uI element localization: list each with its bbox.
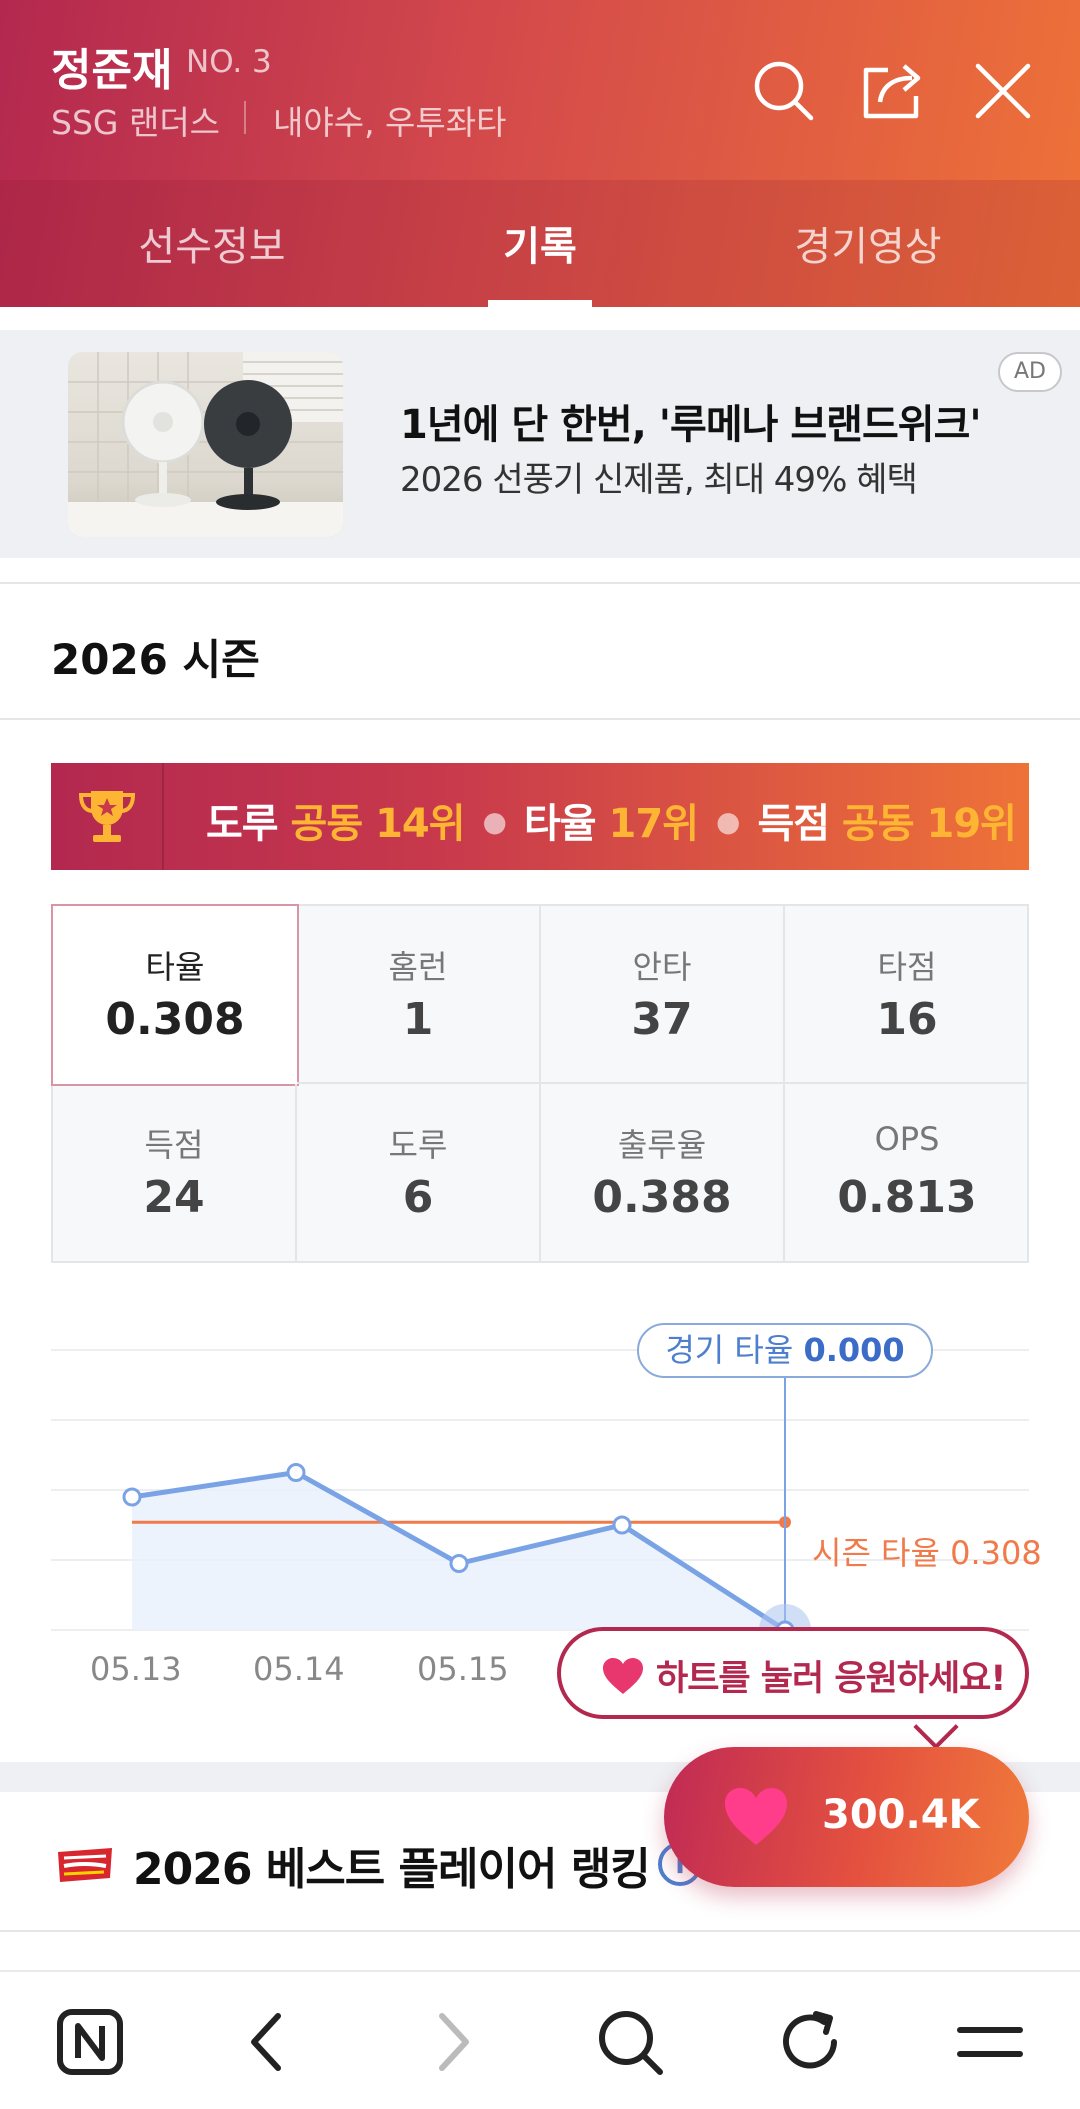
- stat-cell-avg[interactable]: 타율 0.308: [51, 904, 299, 1086]
- stat-cell-hr[interactable]: 홈런 1: [297, 906, 541, 1084]
- ranking-title: 2026 베스트 플레이어 랭킹: [133, 1844, 651, 1895]
- stat-cell-sb[interactable]: 도루 6: [297, 1084, 541, 1262]
- back-icon[interactable]: [228, 2002, 308, 2082]
- close-icon[interactable]: [968, 56, 1038, 126]
- stat-label: 도루: [388, 1126, 448, 1164]
- cheer-prompt: 하트를 눌러 응원하세요!: [656, 1659, 1006, 1699]
- player-position: 내야수, 우투좌타: [273, 103, 507, 142]
- tab-game-video[interactable]: 경기영상: [718, 214, 1018, 272]
- stat-label: 득점: [144, 1126, 204, 1164]
- stat-value: 1: [402, 994, 434, 1045]
- heart-icon: [603, 1658, 643, 1694]
- rank-value: 공동 19위: [841, 801, 1017, 847]
- x-tick-label: 05.13: [90, 1650, 182, 1688]
- tab-records[interactable]: 기록: [390, 214, 690, 272]
- stat-value: 24: [143, 1172, 205, 1223]
- refresh-icon[interactable]: [770, 2002, 850, 2082]
- naver-home-icon[interactable]: [50, 2002, 130, 2082]
- rank-banner[interactable]: 도루 공동 14위 ● 타율 17위 ● 득점 공동 19위: [51, 763, 1029, 870]
- trophy-icon: [51, 763, 164, 870]
- stat-value: 0.813: [837, 1172, 977, 1223]
- data-point: [612, 1515, 632, 1535]
- game-avg-tooltip: 경기 타율 0.000: [637, 1323, 933, 1378]
- player-number: NO. 3: [186, 44, 272, 80]
- x-tick-label: 05.14: [253, 1650, 345, 1688]
- stat-label: 홈런: [388, 948, 448, 986]
- stat-label: 타율: [145, 948, 205, 986]
- rank-summary: 도루 공동 14위 ● 타율 17위 ● 득점 공동 19위: [206, 791, 1017, 849]
- ad-banner[interactable]: 1년에 단 한번, '루메나 브랜드위크' 2026 선풍기 신제품, 최대 4…: [0, 330, 1080, 558]
- tooltip-value: 0.000: [803, 1331, 905, 1369]
- divider: [0, 718, 1080, 720]
- share-icon[interactable]: [858, 56, 928, 126]
- stat-label: OPS: [874, 1120, 940, 1158]
- rank-category: 타율: [523, 801, 597, 847]
- stat-cell-ops[interactable]: OPS 0.813: [785, 1084, 1029, 1262]
- data-point: [286, 1463, 306, 1482]
- header-top: 정준재 NO. 3 SSG 랜더스 내야수, 우투좌타: [0, 0, 1080, 180]
- stat-value: 16: [876, 994, 938, 1045]
- heart-icon: [725, 1788, 787, 1845]
- player-team[interactable]: SSG 랜더스: [51, 96, 220, 144]
- data-point: [449, 1554, 469, 1573]
- rank-category: 득점: [757, 801, 830, 847]
- divider: [0, 1930, 1080, 1932]
- ad-badge: AD: [998, 352, 1062, 392]
- bottom-navigation: [0, 1970, 1080, 2109]
- tooltip-label: 경기 타율: [665, 1331, 794, 1369]
- chart-area: [132, 1472, 785, 1630]
- stat-label: 타점: [877, 948, 937, 986]
- heart-count: 300.4K: [822, 1792, 980, 1838]
- cheer-heart-button[interactable]: 300.4K: [664, 1747, 1029, 1887]
- cheer-bubble: 하트를 눌러 응원하세요!: [557, 1627, 1029, 1719]
- season-title: 2026 시즌: [51, 635, 260, 684]
- player-name: 정준재: [51, 45, 173, 96]
- stat-value: 37: [631, 994, 693, 1045]
- rank-value: 공동 14위: [290, 801, 466, 847]
- ad-image: [68, 352, 343, 537]
- stat-cell-hits[interactable]: 안타 37: [541, 906, 785, 1084]
- stat-cell-obp[interactable]: 출루율 0.388: [541, 1084, 785, 1262]
- stat-value: 6: [402, 1172, 434, 1223]
- search-icon[interactable]: [590, 2002, 670, 2082]
- x-tick-label: 05.15: [417, 1650, 509, 1688]
- stats-grid: 타율 0.308 홈런 1 안타 37 타점 16 득점 24 도루 6 출루율…: [51, 904, 1029, 1263]
- active-tab-indicator: [488, 300, 592, 307]
- landers-logo: [58, 1848, 112, 1882]
- divider: [0, 582, 1080, 584]
- rank-category: 도루: [206, 801, 279, 847]
- stat-label: 안타: [632, 948, 692, 986]
- stat-cell-rbi[interactable]: 타점 16: [785, 906, 1029, 1084]
- header-divider: [244, 101, 246, 134]
- player-header: 정준재 NO. 3 SSG 랜더스 내야수, 우투좌타 선수정보 기록 경기영상: [0, 0, 1080, 307]
- search-icon[interactable]: [749, 56, 819, 126]
- tab-bar: 선수정보 기록 경기영상: [0, 180, 1080, 307]
- data-point: [122, 1487, 142, 1507]
- tab-player-info[interactable]: 선수정보: [62, 214, 362, 272]
- ad-subtitle[interactable]: 2026 선풍기 신제품, 최대 49% 혜택: [400, 452, 918, 501]
- stat-value: 0.388: [592, 1172, 732, 1223]
- rank-value: 17위: [608, 801, 699, 847]
- stat-cell-runs[interactable]: 득점 24: [53, 1084, 297, 1262]
- ad-title[interactable]: 1년에 단 한번, '루메나 브랜드위크': [400, 392, 982, 450]
- separator-dot: ●: [716, 805, 740, 838]
- menu-icon[interactable]: [950, 2002, 1030, 2082]
- stat-label: 출루율: [617, 1126, 707, 1164]
- stat-value: 0.308: [105, 994, 245, 1045]
- forward-icon[interactable]: [412, 2002, 492, 2082]
- season-avg-label: 시즌 타율 0.308: [812, 1534, 1042, 1572]
- separator-dot: ●: [482, 805, 507, 838]
